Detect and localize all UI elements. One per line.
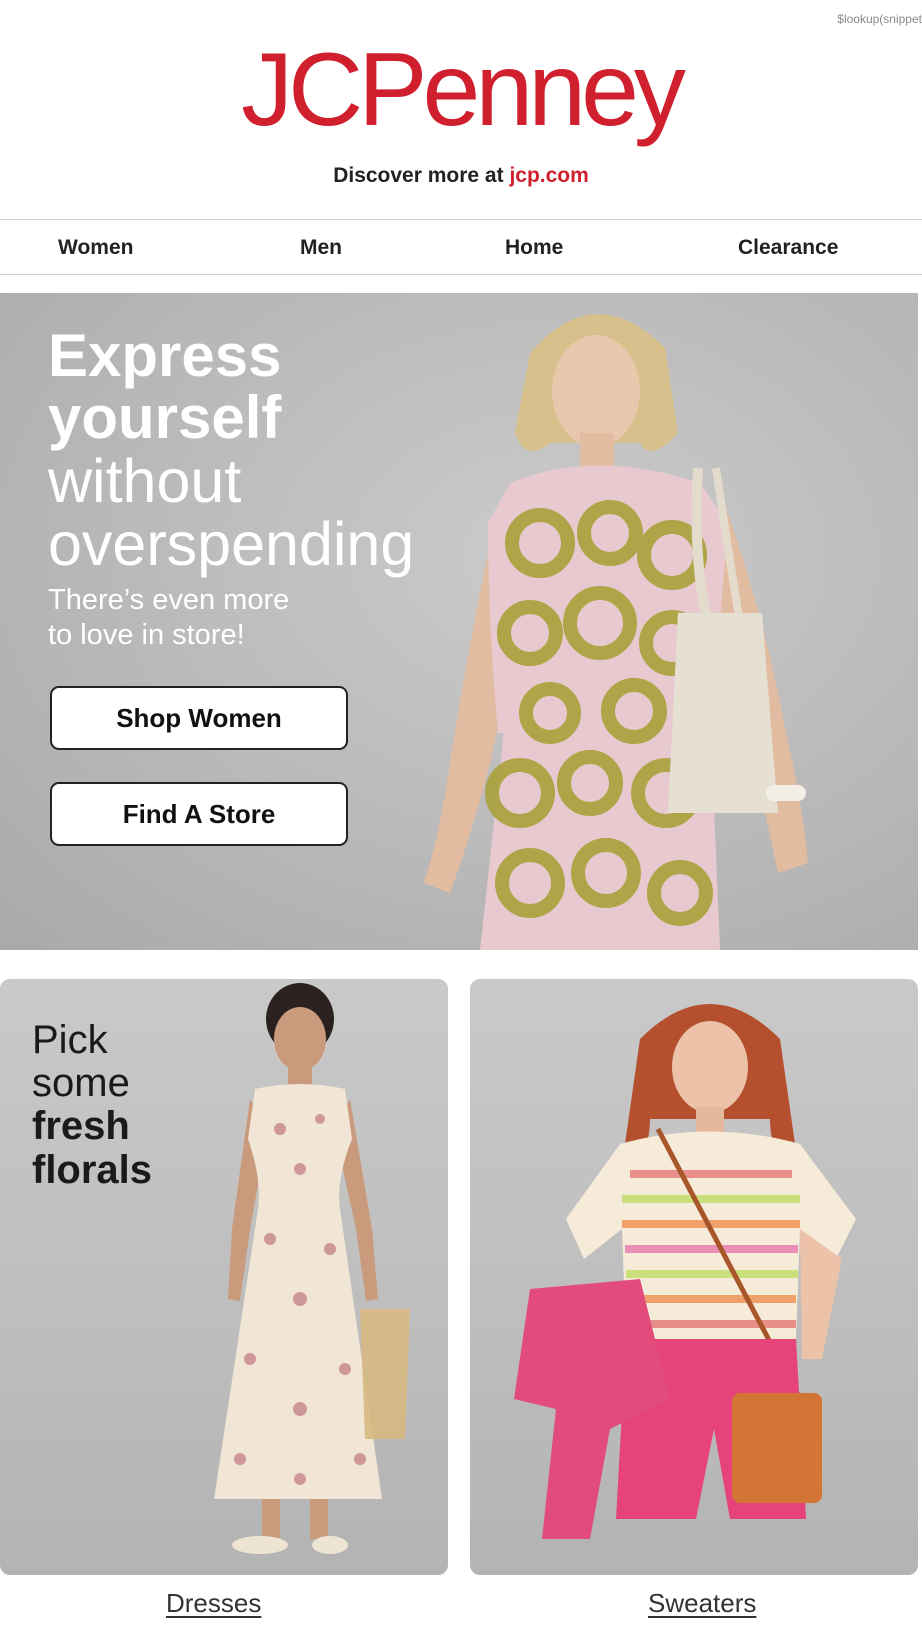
find-a-store-button[interactable]: Find A Store (50, 782, 348, 846)
florals-text-bold-1: fresh (32, 1104, 130, 1149)
nav-women[interactable]: Women (58, 236, 133, 260)
hero-subline: There’s even more to love in store! (48, 583, 348, 654)
florals-text-light-2: some (32, 1061, 130, 1106)
discover-prefix: Discover more at (333, 164, 510, 187)
hero-banner[interactable]: Express yourself without overspending Th… (0, 293, 918, 950)
category-nav: Women Men Home Clearance (0, 219, 922, 275)
hero-headline-light-1: without (48, 446, 242, 515)
hero-headline-bold-1: Express (48, 322, 282, 389)
shop-women-button[interactable]: Shop Women (50, 686, 348, 750)
nav-men[interactable]: Men (300, 236, 342, 260)
hero-model-image (424, 314, 808, 950)
preheader-snippet: $lookup(snippet (837, 12, 922, 26)
jcpenney-logo[interactable]: JCPenney (0, 38, 922, 142)
sweaters-model-image (514, 1004, 856, 1539)
hero-headline: Express yourself without overspending (48, 322, 415, 579)
sweaters-link[interactable]: Sweaters (648, 1588, 756, 1619)
hero-subline-2: to love in store! (48, 619, 245, 652)
jcp-link[interactable]: jcp.com (509, 164, 588, 187)
florals-text-bold-2: florals (32, 1147, 153, 1192)
hero-headline-bold-2: yourself (48, 384, 282, 452)
hero-headline-light-2: overspending (48, 510, 415, 579)
hero-subline-1: There’s even more (48, 584, 290, 616)
nav-home[interactable]: Home (505, 236, 563, 260)
nav-clearance[interactable]: Clearance (738, 236, 838, 260)
discover-line: Discover more at jcp.com (0, 164, 922, 188)
florals-tile[interactable]: Pick some fresh florals (0, 979, 448, 1575)
florals-text-light-1: Pick (32, 1018, 108, 1062)
florals-tile-text: Pick some fresh florals (32, 1018, 153, 1192)
dresses-link[interactable]: Dresses (166, 1588, 261, 1619)
sweaters-tile[interactable] (470, 979, 918, 1575)
